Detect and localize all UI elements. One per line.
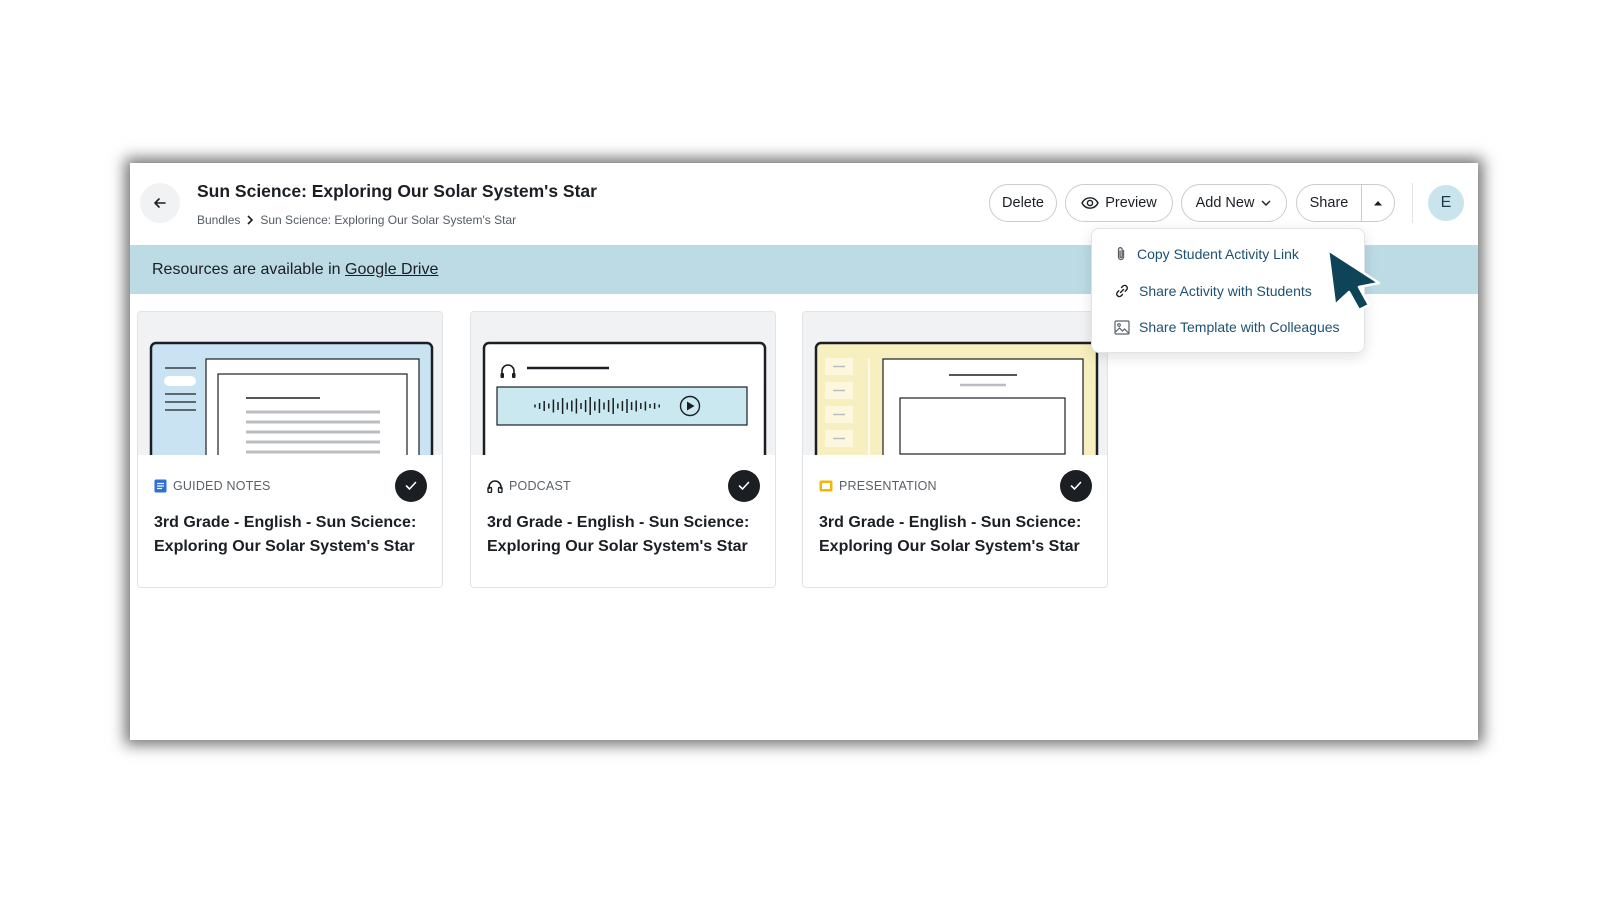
- card-thumbnail: [471, 312, 775, 455]
- menu-item-copy-student-activity-link[interactable]: Copy Student Activity Link: [1092, 237, 1364, 271]
- share-button[interactable]: Share: [1297, 185, 1362, 221]
- card-type-label: PODCAST: [487, 479, 571, 493]
- resource-card-presentation[interactable]: PRESENTATION 3rd Grade - English - Sun S…: [802, 311, 1108, 588]
- breadcrumb-bundles[interactable]: Bundles: [197, 213, 240, 227]
- delete-button-label: Delete: [1002, 195, 1044, 211]
- card-thumbnail: [138, 312, 442, 455]
- menu-item-share-template-with-colleagues[interactable]: Share Template with Colleagues: [1092, 310, 1364, 344]
- breadcrumb: Bundles Sun Science: Exploring Our Solar…: [197, 213, 516, 227]
- page-title: Sun Science: Exploring Our Solar System'…: [197, 181, 597, 201]
- add-new-button-label: Add New: [1195, 195, 1255, 211]
- menu-item-label: Share Activity with Students: [1139, 283, 1312, 299]
- image-icon: [1114, 319, 1130, 335]
- checkmark-icon: [405, 481, 417, 491]
- slides-icon: [819, 480, 833, 492]
- checkmark-icon: [1070, 481, 1082, 491]
- banner-message: Resources are available in: [152, 261, 345, 278]
- breadcrumb-current: Sun Science: Exploring Our Solar System'…: [260, 213, 517, 227]
- google-drive-link[interactable]: Google Drive: [345, 261, 438, 278]
- card-title: 3rd Grade - English - Sun Science: Explo…: [819, 514, 1082, 555]
- card-selected-check[interactable]: [728, 470, 760, 502]
- arrow-left-icon: [154, 198, 166, 208]
- card-type-text: PODCAST: [509, 479, 571, 493]
- avatar[interactable]: E: [1428, 185, 1464, 221]
- header-divider: [1412, 183, 1413, 223]
- card-title: 3rd Grade - English - Sun Science: Explo…: [154, 514, 417, 555]
- guided-notes-illustration: [149, 341, 434, 455]
- chevron-down-icon: [1261, 200, 1271, 206]
- add-new-button[interactable]: Add New: [1181, 184, 1287, 222]
- share-split-button: Share: [1296, 184, 1395, 222]
- card-type-label: PRESENTATION: [819, 479, 937, 493]
- card-type-text: GUIDED NOTES: [173, 479, 271, 493]
- menu-item-share-activity-with-students[interactable]: Share Activity with Students: [1092, 274, 1364, 308]
- card-type-label: GUIDED NOTES: [154, 479, 271, 493]
- preview-button[interactable]: Preview: [1065, 184, 1173, 222]
- eye-icon: [1081, 197, 1099, 209]
- card-selected-check[interactable]: [1060, 470, 1092, 502]
- resource-card-podcast[interactable]: PODCAST 3rd Grade - English - Sun Scienc…: [470, 311, 776, 588]
- share-button-label: Share: [1309, 195, 1349, 211]
- card-selected-check[interactable]: [395, 470, 427, 502]
- preview-button-label: Preview: [1105, 195, 1157, 211]
- back-button[interactable]: [140, 183, 180, 223]
- mouse-cursor-icon: [1326, 248, 1381, 312]
- delete-button[interactable]: Delete: [989, 184, 1057, 222]
- card-type-text: PRESENTATION: [839, 479, 937, 493]
- document-icon: [154, 479, 167, 493]
- checkmark-icon: [738, 481, 750, 491]
- card-thumbnail: [803, 312, 1107, 455]
- paperclip-icon: [1117, 247, 1125, 261]
- share-dropdown-menu: Copy Student Activity Link Share Activit…: [1091, 228, 1365, 353]
- menu-item-label: Share Template with Colleagues: [1139, 319, 1340, 335]
- avatar-initial: E: [1440, 194, 1452, 211]
- resource-card-guided-notes[interactable]: GUIDED NOTES 3rd Grade - English - Sun S…: [137, 311, 443, 588]
- chevron-right-icon: [247, 215, 254, 225]
- menu-item-label: Copy Student Activity Link: [1137, 246, 1299, 262]
- share-menu-toggle[interactable]: [1362, 185, 1394, 221]
- banner-text: Resources are available in Google Drive: [152, 261, 438, 279]
- podcast-illustration: [482, 341, 767, 455]
- presentation-illustration: [814, 341, 1099, 455]
- link-icon: [1116, 284, 1128, 298]
- caret-up-icon: [1374, 201, 1382, 206]
- card-title: 3rd Grade - English - Sun Science: Explo…: [487, 514, 750, 555]
- headphones-icon: [487, 480, 503, 493]
